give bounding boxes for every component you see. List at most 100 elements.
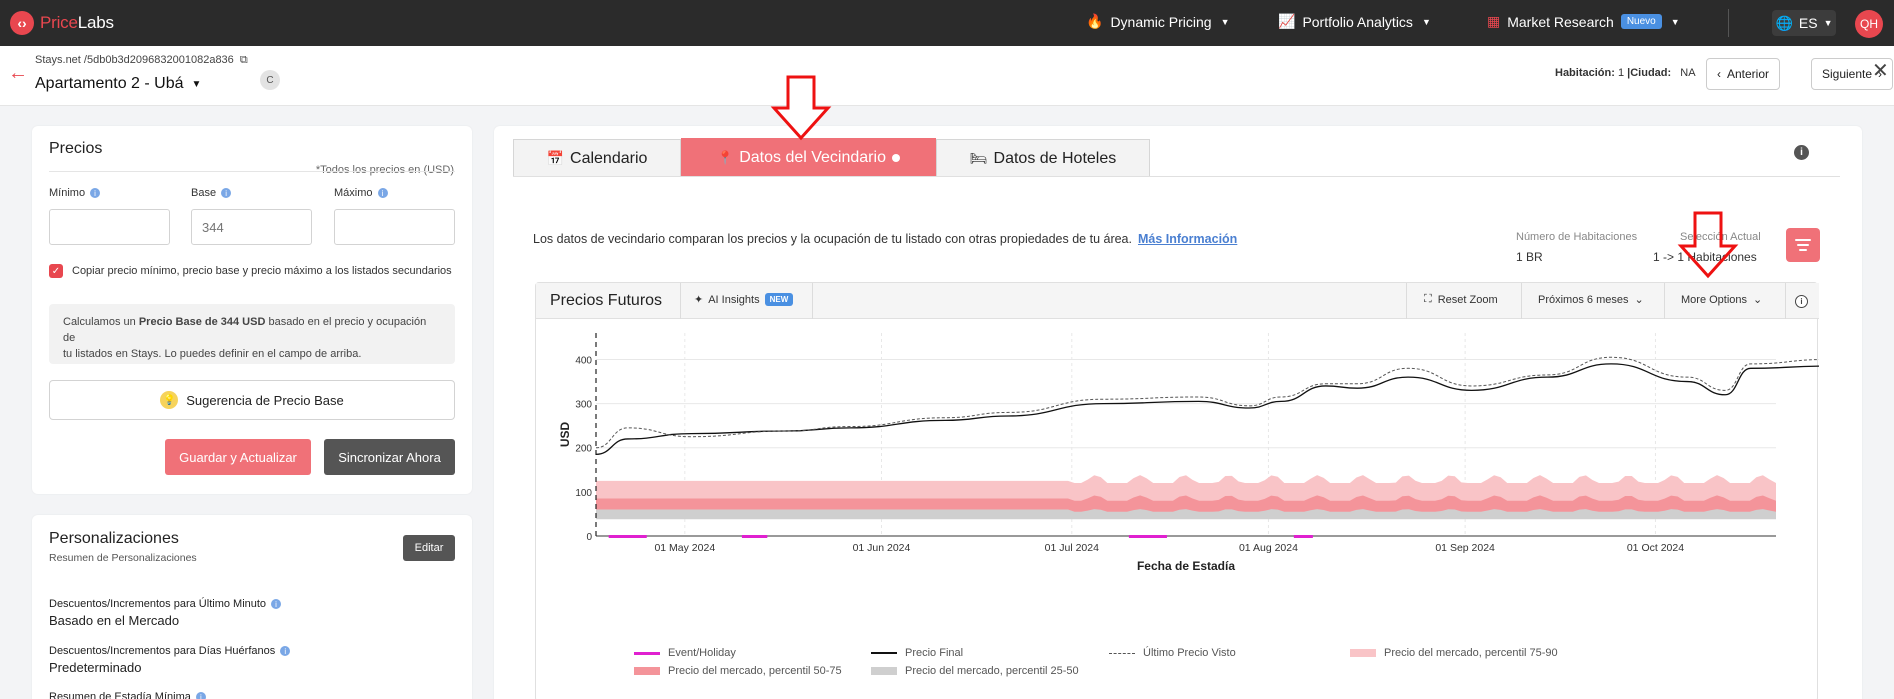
info-icon[interactable]: i (221, 188, 232, 198)
precios-title: Precios (49, 140, 103, 157)
x-tick-label: 01 Jun 2024 (853, 542, 911, 554)
caret-down-icon: ▼ (191, 78, 202, 90)
tab-datos-hoteles[interactable]: 🛏 Datos de Hoteles (936, 139, 1150, 177)
precios-panel: Precios *Todos los precios en (USD) Míni… (32, 126, 472, 494)
nav-market-research[interactable]: ▦ Market Research Nuevo ▼ (1487, 13, 1680, 30)
x-tick-label: 01 Aug 2024 (1239, 542, 1298, 554)
more-info-link[interactable]: Más Información (1138, 232, 1237, 246)
legend-precio-final[interactable]: Precio Final (871, 647, 963, 659)
caret-down-icon: ▼ (1670, 16, 1680, 27)
expand-icon: ⛶ (1424, 293, 1432, 305)
info-icon[interactable]: i (90, 188, 101, 198)
event-marker (1128, 535, 1167, 538)
info-icon[interactable]: i (1795, 295, 1808, 308)
copy-prices-checkbox[interactable]: ✓ (49, 264, 63, 278)
legend-swatch (634, 651, 660, 655)
y-tick-label: 400 (575, 355, 592, 366)
new-badge: NEW (764, 293, 794, 306)
nav-dynamic-pricing[interactable]: 🔥 Dynamic Pricing ▼ (1086, 13, 1230, 30)
legend-swatch (871, 652, 897, 654)
y-tick-label: 300 (575, 400, 592, 411)
x-tick-label: 01 May 2024 (654, 542, 715, 554)
y-axis-label: USD (558, 422, 572, 448)
legend-swatch (1350, 649, 1376, 657)
chevron-down-icon: ⌄ (1753, 294, 1763, 306)
legend-event-holiday[interactable]: Event/Holiday (634, 647, 736, 659)
base-price-input[interactable] (191, 209, 312, 245)
pricelabs-logo-icon: ‹› (10, 11, 34, 35)
sort-lines-icon (1795, 239, 1811, 241)
legend-percentil-50-75[interactable]: Precio del mercado, percentil 50-75 (634, 665, 842, 677)
nav-divider (1728, 9, 1729, 37)
annotation-arrow (770, 75, 832, 141)
close-icon[interactable]: ✕ (1872, 58, 1889, 83)
ai-insights-button[interactable]: ✦ AI Insights NEW (694, 293, 794, 306)
legend-percentil-25-50[interactable]: Precio del mercado, percentil 25-50 (871, 665, 1079, 677)
info-icon[interactable]: i (377, 188, 388, 198)
num-habitaciones-label: Número de Habitaciones (1516, 231, 1638, 243)
bed-icon: 🛏 (969, 150, 988, 166)
tab-calendario[interactable]: 📅 Calendario (513, 139, 681, 177)
personalizaciones-panel: Personalizaciones Resumen de Personaliza… (32, 515, 472, 699)
nav-portfolio-analytics[interactable]: 📈 Portfolio Analytics ▼ (1278, 13, 1431, 30)
save-update-button[interactable]: Guardar y Actualizar (165, 439, 311, 475)
base-price-suggestion-button[interactable]: 💡 Sugerencia de Precio Base (49, 380, 455, 420)
event-marker (1293, 535, 1313, 538)
precios-futuros-chart[interactable]: 0 100 200 300 400 01 May 2024 01 Jun 2024 01 Ju… (536, 319, 1819, 699)
base-price-info: Calculamos un Precio Base de 344 USD bas… (49, 304, 455, 364)
map-pin-icon: 📍 (717, 150, 734, 165)
caret-down-icon: ▼ (1220, 16, 1230, 27)
language-selector[interactable]: 🌐 ES ▼ (1772, 10, 1836, 36)
user-avatar[interactable]: QH (1855, 10, 1883, 38)
reset-zoom-button[interactable]: ⛶ Reset Zoom (1424, 293, 1498, 306)
precios-futuros-card: Precios Futuros ✦ AI Insights NEW ⛶ Rese… (535, 282, 1819, 699)
info-icon[interactable]: i (271, 599, 282, 609)
vecindario-description: Los datos de vecindario comparan los pre… (533, 232, 1238, 246)
legend-ultimo-precio[interactable]: Último Precio Visto (1109, 647, 1236, 659)
nuevo-badge: Nuevo (1620, 14, 1662, 29)
tab-datos-vecindario[interactable]: 📍 Datos del Vecindario (681, 138, 936, 177)
y-tick-label: 200 (575, 444, 592, 455)
globe-icon: 🌐 (1775, 14, 1793, 31)
listing-selector[interactable]: Apartamento 2 - Ubá ▼ (35, 75, 201, 93)
y-tick-label: 0 (586, 532, 592, 543)
calendar-icon: 📅 (546, 150, 565, 166)
previous-button[interactable]: ‹ Anterior (1706, 58, 1781, 90)
info-icon[interactable]: i (1794, 145, 1809, 160)
external-link-icon[interactable]: ⧉ (240, 54, 248, 66)
max-price-input[interactable] (334, 209, 455, 245)
personalizaciones-title: Personalizaciones (49, 530, 179, 547)
active-dot (891, 154, 900, 162)
range-dropdown[interactable]: Próximos 6 meses ⌄ (1538, 293, 1644, 307)
series-ultimo-precio (595, 356, 1819, 449)
lightbulb-icon: 💡 (160, 391, 179, 409)
sort-filter-button[interactable] (1786, 228, 1820, 262)
info-icon[interactable]: i (195, 692, 206, 699)
min-price-input[interactable] (49, 209, 170, 245)
annotation-arrow (1677, 211, 1739, 279)
x-tick-label: 01 Oct 2024 (1627, 542, 1684, 554)
chevron-down-icon: ⌄ (1634, 294, 1644, 306)
flame-icon: 🔥 (1086, 13, 1104, 29)
legend-percentil-75-90[interactable]: Precio del mercado, percentil 75-90 (1350, 647, 1558, 659)
sync-now-button[interactable]: Sincronizar Ahora (324, 439, 455, 475)
last-minute-value: Basado en el Mercado (49, 613, 180, 628)
sparkle-icon: ✦ (694, 294, 704, 306)
edit-button[interactable]: Editar (403, 535, 455, 561)
caret-down-icon: ▼ (1421, 16, 1431, 27)
pricelabs-logo[interactable]: ‹› PriceLabs (10, 11, 114, 35)
grid-icon: ▦ (1487, 13, 1501, 29)
info-icon[interactable]: i (280, 646, 291, 656)
chart-header: Precios Futuros ✦ AI Insights NEW ⛶ Rese… (536, 283, 1819, 319)
legend-swatch (871, 667, 897, 675)
tab-underline (513, 176, 1840, 177)
event-marker (741, 535, 768, 538)
trend-icon: 📈 (1278, 13, 1296, 29)
top-nav: ‹› PriceLabs 🔥 Dynamic Pricing ▼ 📈 Portf… (0, 0, 1894, 46)
x-tick-label: 01 Sep 2024 (1435, 542, 1495, 554)
more-options-dropdown[interactable]: More Options ⌄ (1681, 293, 1763, 307)
legend-swatch (1109, 652, 1135, 654)
back-arrow-icon[interactable]: ← (8, 62, 28, 85)
orphan-days-value: Predeterminado (49, 660, 142, 675)
listing-id: Stays.net /5db0b3d2096832001082a836 (35, 54, 234, 66)
